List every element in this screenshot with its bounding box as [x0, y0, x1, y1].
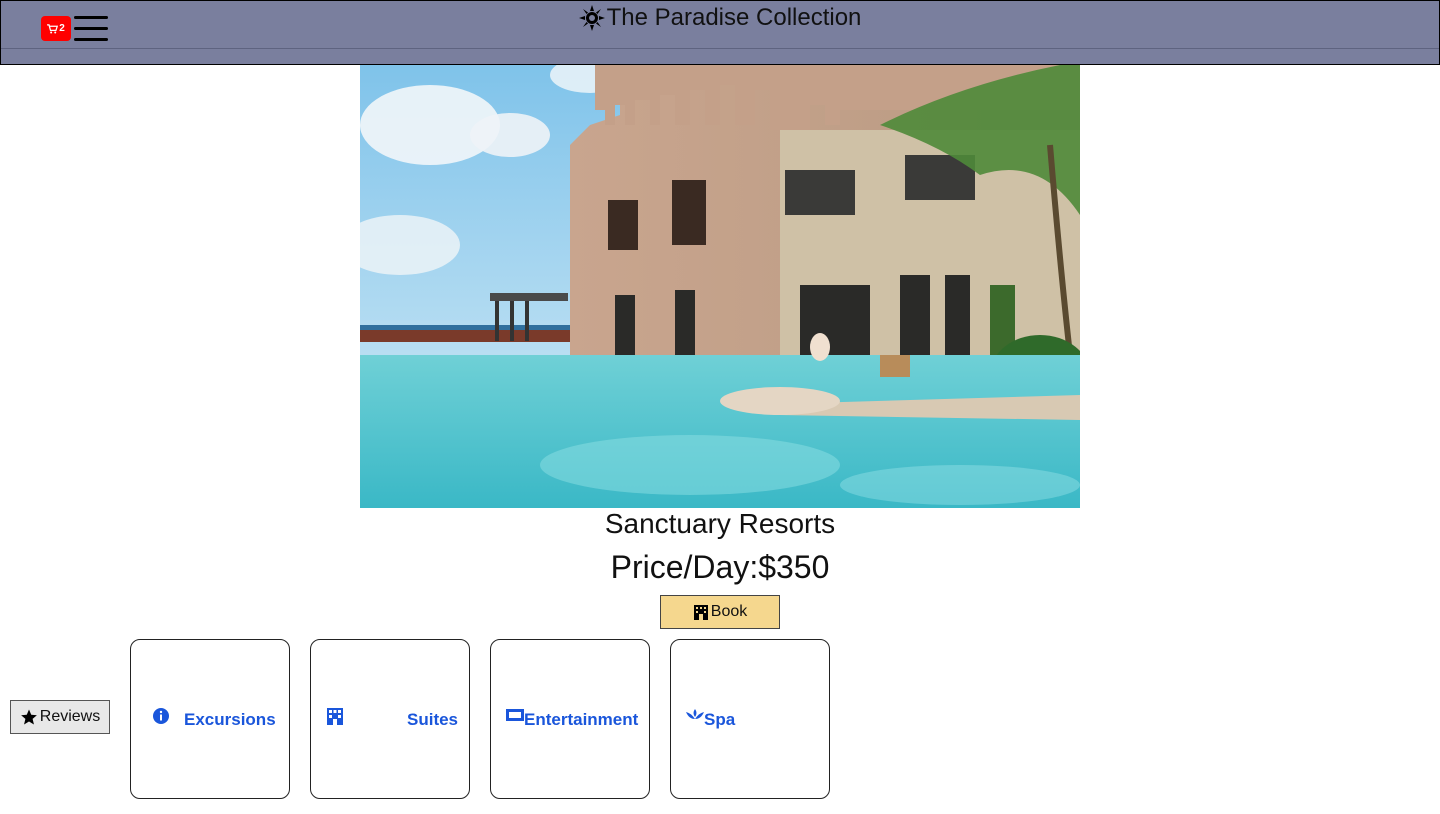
header-divider: [1, 48, 1439, 49]
book-button-label: Book: [710, 603, 748, 620]
book-button[interactable]: Book: [660, 595, 780, 629]
ticket-icon: [506, 709, 524, 721]
reviews-button[interactable]: Reviews: [10, 700, 110, 734]
sun-logo-icon: [578, 5, 605, 31]
spa-icon: [686, 709, 704, 719]
price-per-day: Price/Day:$350: [610, 549, 830, 585]
card-label-excursions: Excursions: [184, 710, 276, 729]
resort-title: Sanctuary Resorts: [604, 508, 836, 539]
star-icon: [20, 709, 37, 725]
card-spa[interactable]: Spa: [670, 639, 830, 799]
hotel-icon: [693, 605, 708, 620]
card-excursions[interactable]: Excursions: [130, 639, 290, 799]
brand-title[interactable]: The Paradise Collection: [1, 4, 1439, 32]
building-icon: [327, 708, 343, 725]
card-label-suites: Suites: [407, 710, 459, 729]
info-icon: [153, 708, 169, 724]
card-entertainment[interactable]: Entertainment: [490, 639, 650, 799]
card-label-entertainment: Entertainment: [524, 710, 639, 729]
reviews-label: Reviews: [39, 708, 101, 725]
brand-title-text: The Paradise Collection: [606, 4, 862, 31]
card-suites[interactable]: Suites: [310, 639, 470, 799]
top-navbar: 2 The Paradise Collection: [0, 0, 1440, 65]
resort-hero-image: [360, 65, 1080, 508]
card-label-spa: Spa: [704, 710, 736, 729]
